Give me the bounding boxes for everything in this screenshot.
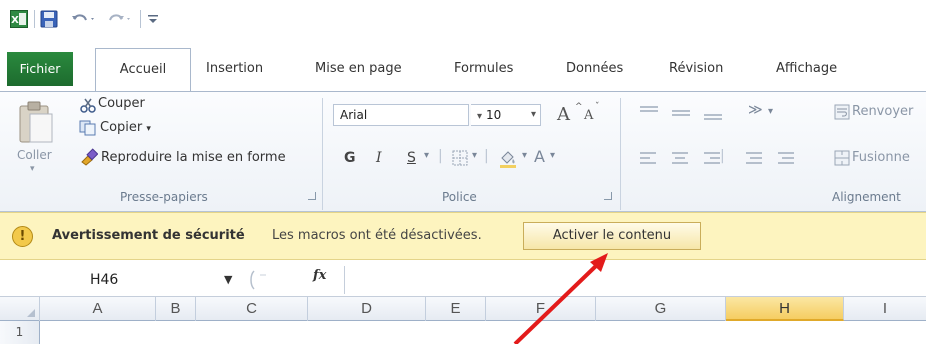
fill-color-icon[interactable]	[498, 148, 518, 168]
excel-icon[interactable]: X	[10, 10, 28, 28]
toolbar-separator: |	[438, 148, 443, 164]
security-warning-bar: ! Avertissement de sécurité Les macros o…	[0, 212, 926, 260]
merge-icon	[834, 150, 850, 166]
ribbon: Coller ▾ Couper Copier ▾ Reproduire la m…	[0, 91, 926, 212]
formula-bar: H46 ▼ fx	[0, 262, 926, 297]
grow-font-button[interactable]: A	[557, 104, 570, 125]
fill-color-dropdown-icon[interactable]: ▾	[522, 150, 527, 161]
vertical-align-icons[interactable]	[638, 104, 728, 122]
toolbar-separator	[34, 10, 35, 28]
shrink-font-button[interactable]: A	[584, 108, 593, 123]
group-separator	[322, 98, 323, 210]
font-name-box[interactable]: Arial	[333, 104, 469, 126]
font-color-button[interactable]: A	[534, 147, 545, 166]
toolbar-separator: |	[484, 148, 489, 164]
underline-button[interactable]: S	[407, 150, 416, 166]
column-header-selected[interactable]: H	[726, 297, 844, 321]
column-header[interactable]: E	[426, 297, 486, 321]
copy-label: Copier	[100, 120, 143, 135]
font-size-box[interactable]: ▾ 10 ▾	[471, 104, 541, 126]
enable-content-button[interactable]: Activer le contenu	[523, 222, 701, 250]
borders-dropdown-icon[interactable]: ▾	[472, 150, 477, 161]
customize-toolbar-icon[interactable]	[146, 10, 160, 28]
wrap-text-icon	[834, 104, 850, 120]
font-size-arrow-icon[interactable]: ▾	[531, 105, 536, 125]
undo-icon[interactable]	[70, 10, 98, 28]
quick-access-toolbar: X	[0, 0, 926, 46]
name-box-value: H46	[90, 272, 119, 288]
svg-text:X: X	[11, 15, 19, 26]
security-warning-message: Les macros ont été désactivées.	[272, 228, 482, 243]
insert-function-button[interactable]: fx	[313, 268, 326, 283]
formula-input[interactable]	[344, 266, 926, 294]
clipboard-group-label: Presse-papiers	[120, 190, 208, 204]
underline-dropdown-icon[interactable]: ▾	[424, 150, 429, 161]
group-separator	[620, 98, 621, 210]
paste-icon[interactable]	[16, 100, 56, 146]
copy-dropdown-icon[interactable]: ▾	[146, 124, 151, 134]
toolbar-separator	[140, 10, 141, 28]
tab-review[interactable]: Révision	[667, 54, 725, 84]
grow-font-caret-icon: ^	[575, 102, 583, 112]
copy-icon	[79, 120, 96, 136]
cut-button[interactable]: Couper	[98, 96, 145, 111]
format-painter-icon	[81, 148, 98, 166]
column-headers: A B C D E F G H I	[0, 297, 926, 321]
column-header[interactable]: F	[486, 297, 596, 321]
italic-button[interactable]: I	[376, 150, 382, 166]
copy-button[interactable]: Copier ▾	[100, 120, 151, 135]
tab-file[interactable]: Fichier	[7, 52, 73, 86]
format-painter-button[interactable]: Reproduire la mise en forme	[101, 150, 286, 165]
tab-page-layout[interactable]: Mise en page	[313, 54, 404, 84]
wrap-text-button[interactable]: Renvoyer	[852, 104, 913, 119]
ribbon-tabs: Fichier Accueil Insertion Mise en page F…	[0, 46, 926, 94]
font-size-value: 10	[486, 108, 502, 122]
scissors-icon	[80, 98, 96, 113]
paste-button[interactable]: Coller	[17, 148, 52, 162]
tab-insert[interactable]: Insertion	[204, 54, 265, 84]
clipboard-launcher-icon[interactable]	[308, 192, 316, 200]
orientation-icon[interactable]: ≫	[748, 102, 763, 118]
redo-icon[interactable]	[106, 10, 134, 28]
row-header[interactable]: 1	[0, 321, 40, 344]
font-group-label: Police	[442, 190, 477, 204]
warning-icon: !	[12, 226, 33, 247]
security-warning-title: Avertissement de sécurité	[52, 228, 245, 243]
horizontal-align-icons[interactable]	[638, 150, 818, 168]
tab-data[interactable]: Données	[564, 54, 625, 84]
shrink-font-caret-icon: ˇ	[595, 102, 600, 112]
alignment-group-label: Alignement	[832, 190, 901, 204]
name-box-dropdown-icon[interactable]: ▼	[224, 268, 232, 292]
tab-formulas[interactable]: Formules	[452, 54, 515, 84]
formula-cancel-icon	[250, 270, 266, 290]
column-header[interactable]: A	[40, 297, 156, 321]
font-size-dropdown-icon[interactable]: ▾	[477, 111, 482, 122]
tab-home[interactable]: Accueil	[95, 48, 191, 94]
select-all-corner[interactable]	[0, 297, 40, 321]
font-name-value: Arial	[340, 108, 368, 122]
bold-button[interactable]: G	[344, 150, 356, 166]
merge-button[interactable]: Fusionne	[852, 150, 910, 165]
save-icon[interactable]	[40, 10, 58, 28]
column-header[interactable]: D	[308, 297, 426, 321]
orientation-dropdown-icon[interactable]: ▾	[768, 106, 773, 117]
toolbar-separator: |	[720, 148, 725, 164]
tab-view[interactable]: Affichage	[774, 54, 839, 84]
column-header[interactable]: I	[844, 297, 926, 321]
column-header[interactable]: G	[596, 297, 726, 321]
font-launcher-icon[interactable]	[604, 192, 612, 200]
column-header[interactable]: B	[156, 297, 196, 321]
column-header[interactable]: C	[196, 297, 308, 321]
paste-dropdown-icon[interactable]: ▾	[30, 164, 35, 174]
font-color-dropdown-icon[interactable]: ▾	[550, 150, 555, 161]
borders-icon[interactable]	[452, 150, 468, 166]
name-box[interactable]: H46 ▼	[56, 268, 236, 292]
